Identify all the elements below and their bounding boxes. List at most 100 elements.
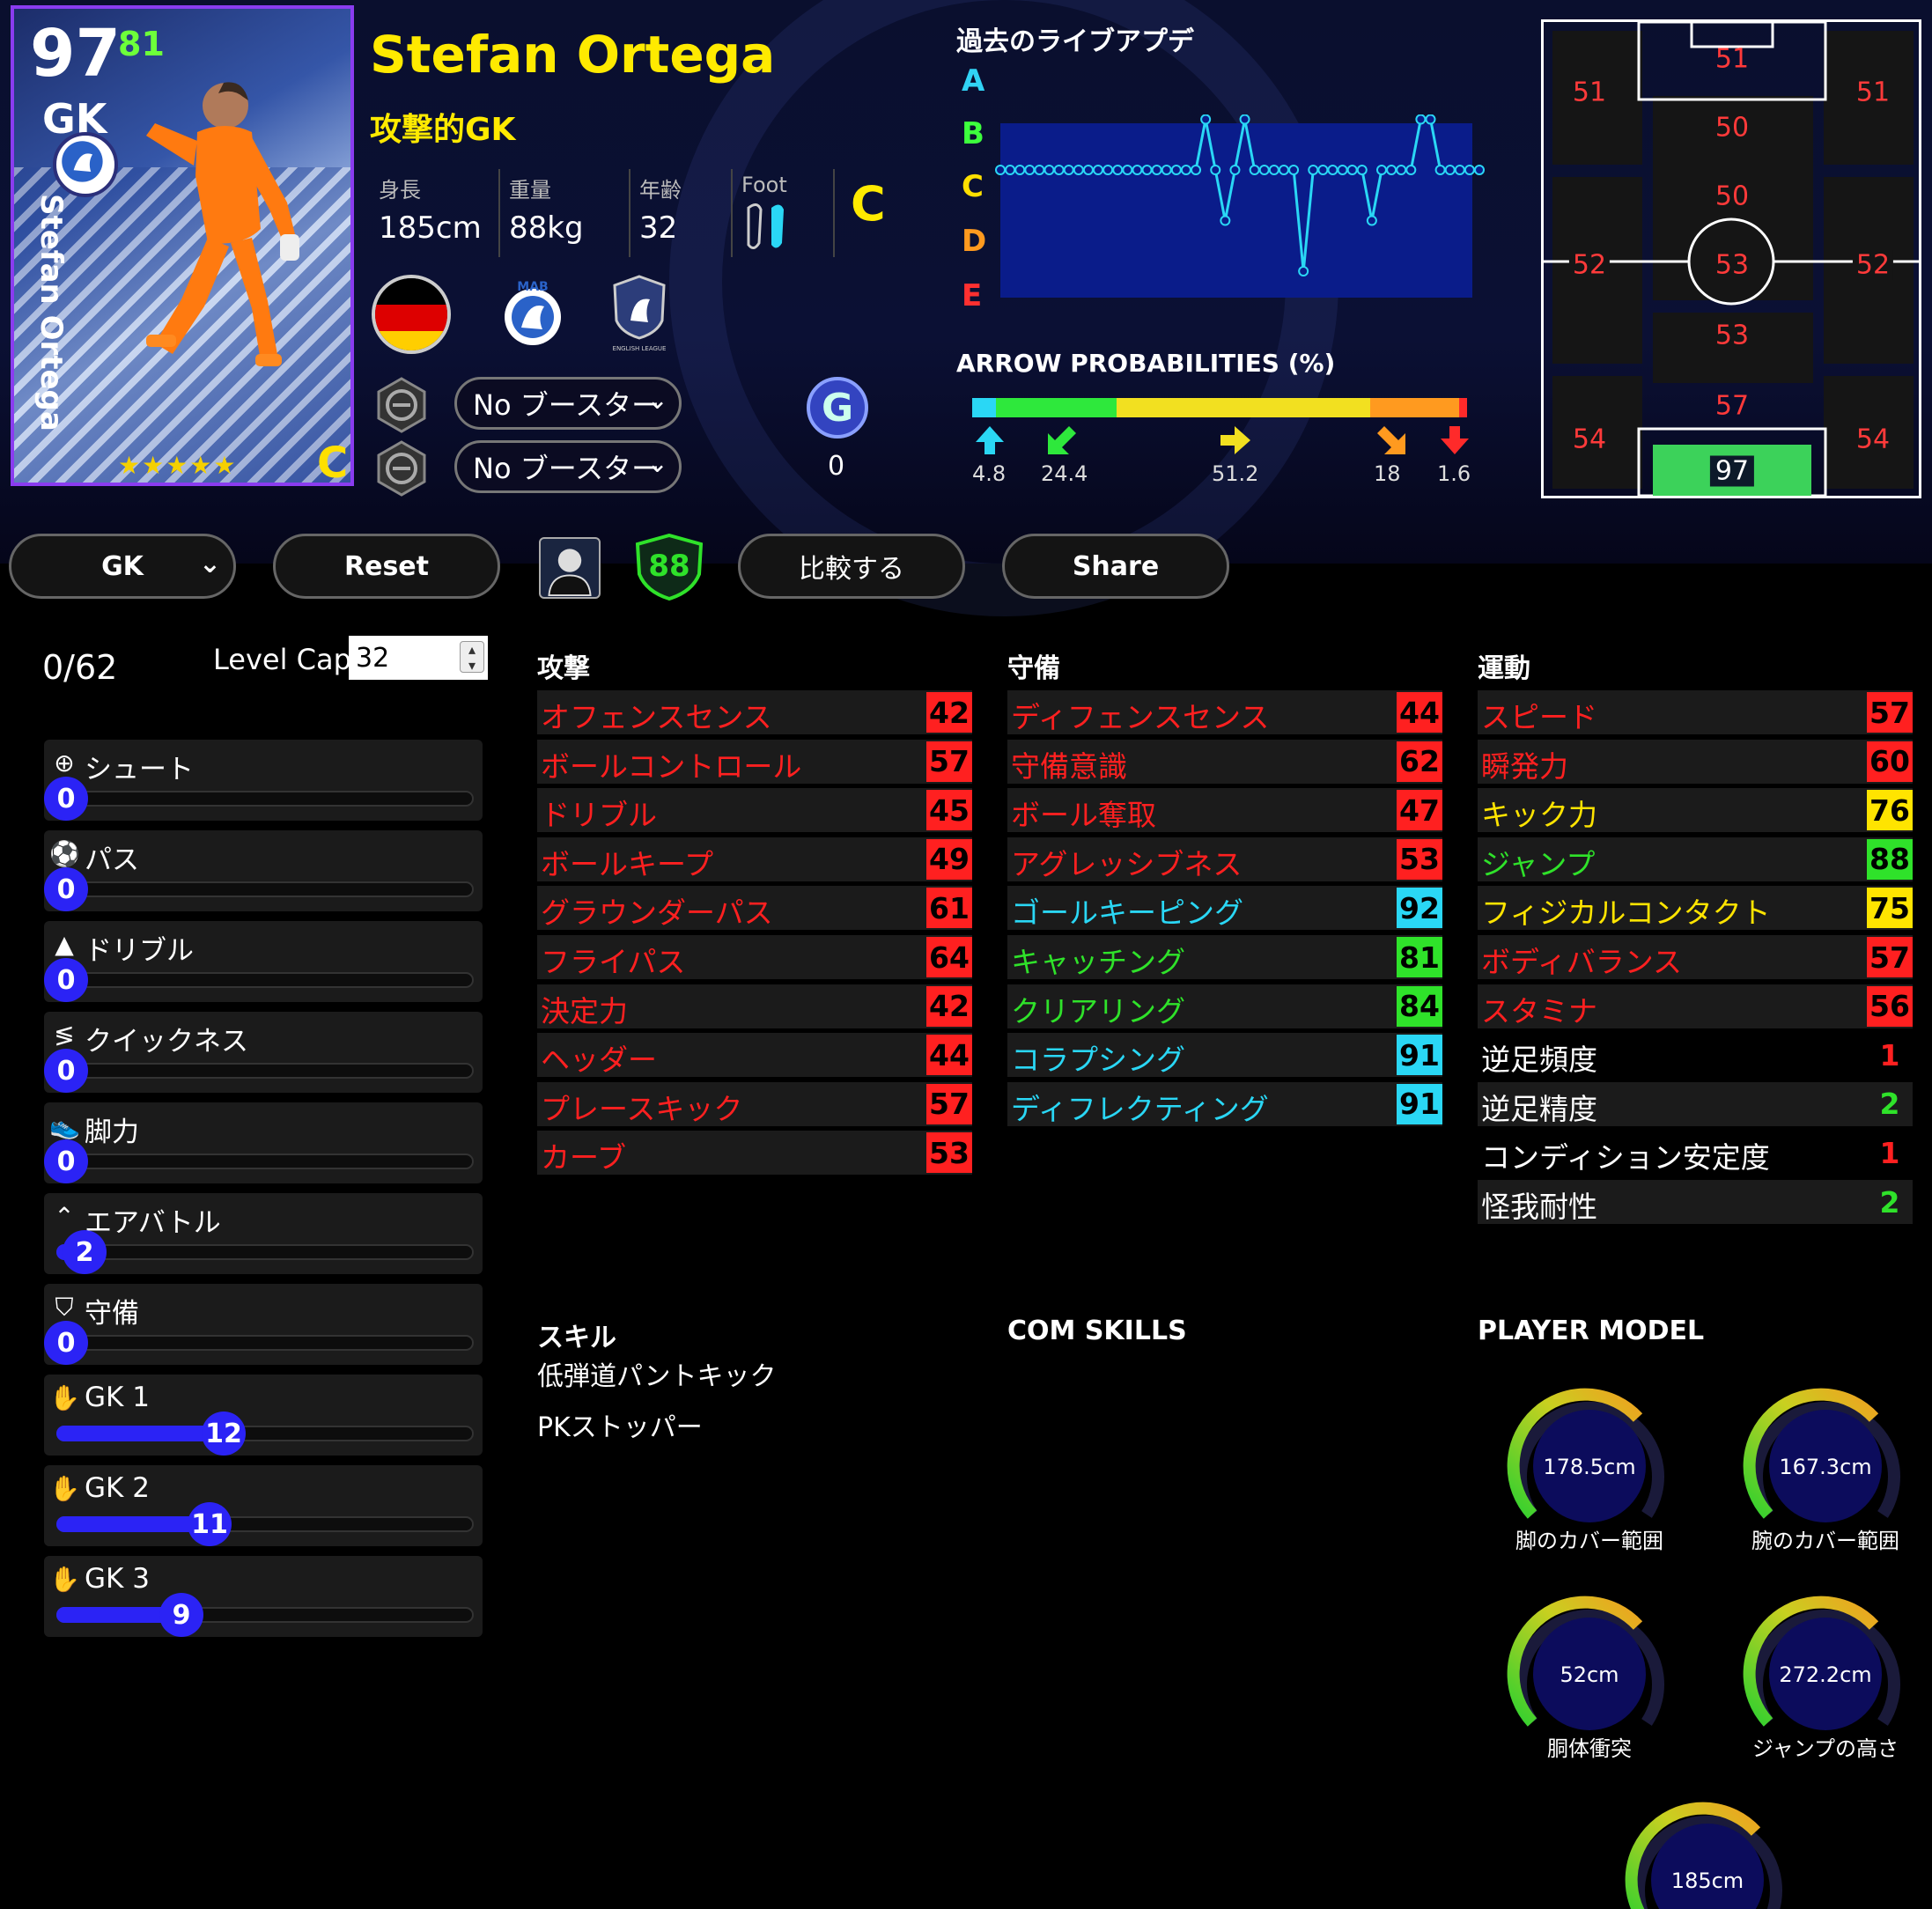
stat-value: 44 (1397, 692, 1442, 733)
stat-row: 守備意識 62 (1007, 739, 1442, 784)
pos-rating-lmf: 52 (1568, 249, 1611, 281)
share-button[interactable]: Share (1002, 534, 1229, 599)
progression-item: ✋ GK 2 11 (44, 1465, 483, 1546)
arrow-up-icon (976, 426, 1004, 454)
arrow-probability-bar (972, 398, 1467, 417)
stat-row: グラウンダーパス 61 (537, 886, 972, 931)
stat-row: ボールキープ 49 (537, 837, 972, 881)
progression-track[interactable] (56, 972, 474, 988)
stat-row: 逆足頻度 1 (1478, 1033, 1913, 1078)
progression-item-label: GK 2 (85, 1472, 150, 1504)
stat-row: カーブ 53 (537, 1131, 972, 1176)
position-select-label: GK (101, 550, 144, 582)
pos-rating-cf: 51 (1714, 43, 1750, 75)
stat-name: ディフレクティング (1011, 1091, 1269, 1126)
stepper-icon[interactable]: ▴ ▾ (460, 641, 484, 674)
stat-name: ゴールキーピング (1011, 896, 1243, 931)
progression-item: ✋ GK 1 12 (44, 1375, 483, 1456)
progression-slider-handle[interactable]: 0 (44, 958, 88, 1002)
history-point (1337, 165, 1348, 175)
position-select[interactable]: GK ⌄ (9, 534, 236, 599)
pos-rating-gk: 97 (1709, 455, 1755, 487)
progression-item-label: ドリブル (85, 935, 194, 967)
ball-icon: ⚽ (49, 839, 80, 868)
progression-track[interactable] (56, 1154, 474, 1169)
progression-slider-handle[interactable]: 0 (44, 1139, 88, 1183)
progression-item: ✋ GK 3 9 (44, 1556, 483, 1637)
progression-slider-handle[interactable]: 12 (202, 1411, 246, 1456)
stat-value: 91 (1397, 1083, 1442, 1124)
history-point (1239, 114, 1250, 125)
arrow-down-right-value: 18 (1374, 461, 1401, 486)
progression-slider-handle[interactable]: 0 (44, 1049, 88, 1093)
stat-value: 64 (926, 937, 972, 977)
person-icon (548, 549, 592, 597)
reset-button[interactable]: Reset (273, 534, 500, 599)
info-divider (731, 169, 733, 257)
history-point (1112, 165, 1124, 175)
stat-row: キック力 76 (1478, 788, 1913, 833)
stat-row: オフェンスセンス 42 (537, 690, 972, 734)
cone-icon: ▲ (55, 930, 74, 959)
history-grade-b: B (962, 116, 984, 151)
level-cap-input[interactable]: 32 ▴ ▾ (349, 636, 488, 680)
g-badge[interactable]: G (807, 377, 868, 439)
history-point (1014, 165, 1026, 175)
booster-select-2[interactable]: No ブースター ⌄ (454, 440, 682, 493)
arrow-down-value: 1.6 (1437, 461, 1471, 486)
progression-track[interactable] (56, 1335, 474, 1351)
condition-grade: C (851, 176, 886, 232)
history-point (1454, 165, 1465, 175)
stat-value: 62 (1397, 741, 1442, 782)
progression-track[interactable] (56, 1063, 474, 1079)
stat-value: 57 (1867, 937, 1913, 977)
chevron-down-icon: ⌄ (645, 385, 668, 416)
progression-slider-handle[interactable]: 0 (44, 1321, 88, 1365)
arrow-up-right-icon (1048, 426, 1076, 454)
progression-slider-handle[interactable]: 9 (159, 1593, 203, 1637)
card-club-badge (53, 132, 118, 197)
height-value: 185cm (379, 210, 482, 246)
weight-value: 88kg (509, 210, 584, 246)
gauge-label: 脚のカバー範囲 (1515, 1529, 1663, 1553)
history-point (1434, 165, 1446, 175)
stat-name: ディフェンスセンス (1011, 700, 1270, 734)
stat-value: 1 (1879, 1037, 1900, 1072)
arrow-probability-segment (1369, 398, 1459, 417)
arrow-probability-segment (995, 398, 1117, 417)
history-point (1346, 165, 1358, 175)
history-point (1415, 114, 1427, 125)
card-vertical-name: Stefan Ortega (33, 194, 69, 431)
progression-slider-handle[interactable]: 2 (63, 1230, 107, 1274)
progression-slider-handle[interactable]: 11 (188, 1502, 232, 1546)
stat-name: ボールコントロール (541, 748, 802, 784)
history-line-chart (995, 114, 1485, 276)
info-divider (833, 169, 835, 257)
progression-slider-handle[interactable]: 0 (44, 777, 88, 821)
progression-item-label: GK 3 (85, 1563, 150, 1595)
crosshair-icon: ⊕ (54, 748, 75, 778)
progression-track[interactable] (56, 791, 474, 807)
stat-row: クリアリング 84 (1007, 984, 1442, 1028)
history-point (1024, 165, 1036, 175)
stat-value: 42 (926, 692, 972, 733)
g-badge-value: 0 (828, 451, 845, 482)
stat-value: 49 (926, 838, 972, 880)
history-point (1258, 165, 1270, 175)
age-value: 32 (639, 210, 678, 246)
booster-select-1[interactable]: No ブースター ⌄ (454, 377, 682, 430)
manager-avatar-button[interactable] (539, 537, 601, 599)
history-point (1063, 165, 1074, 175)
pos-rating-dmf: 53 (1714, 320, 1750, 351)
card-base-rating: 81 (118, 25, 165, 63)
stat-value: 57 (1867, 692, 1913, 733)
history-grade-c: C (962, 169, 984, 204)
stat-row: 怪我耐性 2 (1478, 1180, 1913, 1224)
progression-track[interactable] (56, 1244, 474, 1260)
progression-slider-handle[interactable]: 0 (44, 867, 88, 911)
progression-track[interactable] (56, 881, 474, 897)
booster-icon (377, 377, 426, 433)
compare-button[interactable]: 比較する (738, 534, 965, 599)
progression-fill (56, 1516, 210, 1532)
rating-badge[interactable]: 88 (634, 533, 704, 601)
